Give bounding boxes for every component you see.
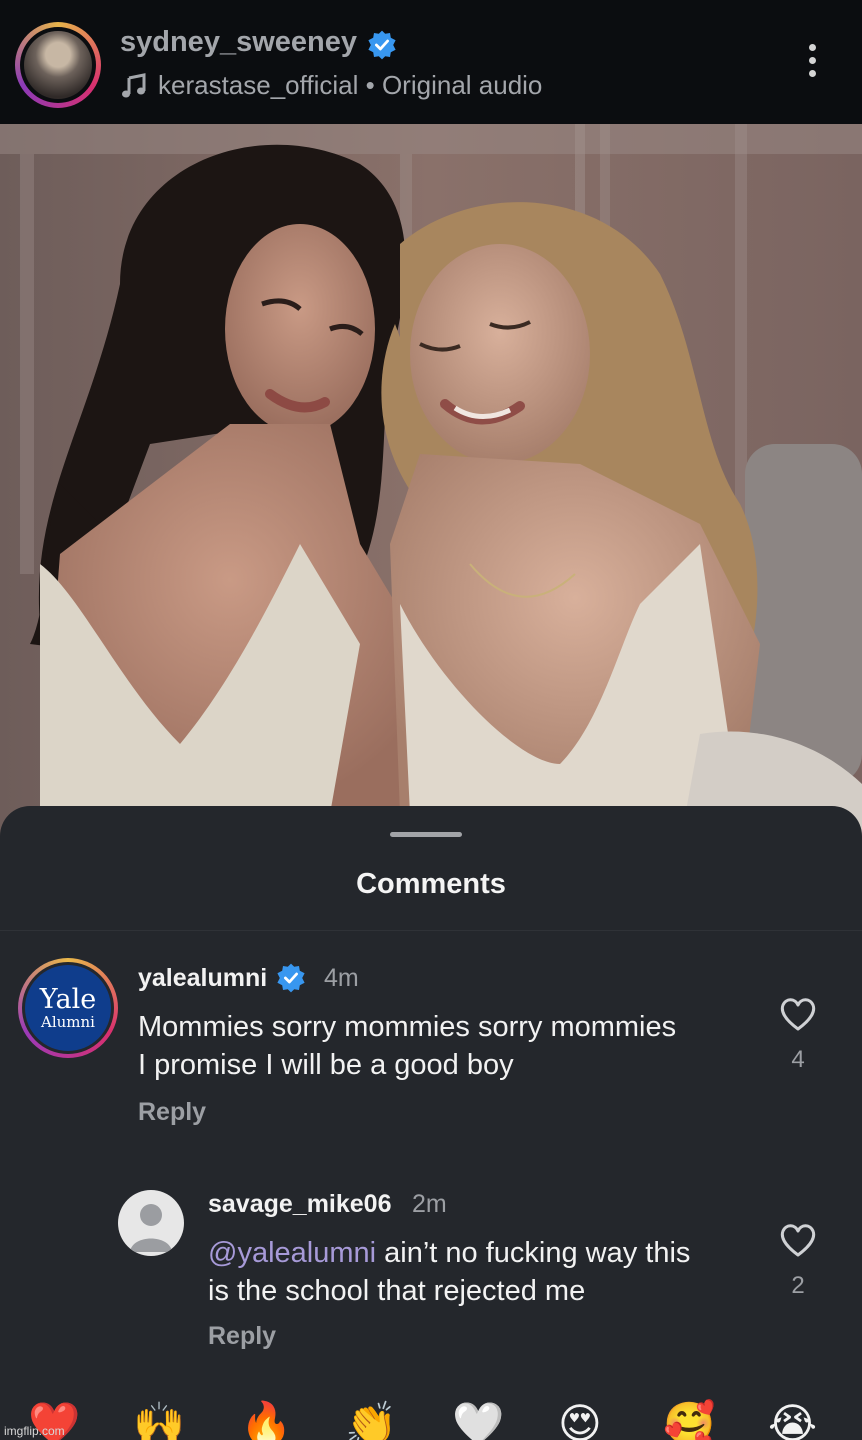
comments-sheet: Comments Yale Alumni yalealumni 4m Mommi… xyxy=(0,806,862,1440)
emoji-clapping[interactable]: 👏 xyxy=(345,1400,397,1440)
reel-photo[interactable] xyxy=(0,124,862,844)
photo-illustration xyxy=(0,124,862,844)
emoji-smiling-hearts[interactable]: 🥰 xyxy=(663,1400,715,1440)
like-count: 4 xyxy=(791,1046,805,1073)
verified-badge-icon xyxy=(368,30,396,60)
emoji-crying[interactable]: 😭 xyxy=(768,1400,817,1440)
emoji-heart-eyes[interactable]: 😍 xyxy=(558,1400,602,1440)
profile-avatar[interactable] xyxy=(15,22,101,108)
comments-title: Comments xyxy=(356,868,506,900)
reel-header: sydney_sweeney kerastase_official • Orig… xyxy=(0,0,862,124)
heart-icon[interactable] xyxy=(779,1222,817,1258)
comment-username[interactable]: yalealumni xyxy=(138,964,267,993)
audio-link[interactable]: kerastase_official • Original audio xyxy=(120,70,542,101)
default-avatar[interactable] xyxy=(118,1190,184,1256)
verified-badge-icon xyxy=(277,963,305,993)
audio-label: kerastase_official • Original audio xyxy=(158,70,543,100)
comment-time: 2m xyxy=(412,1190,447,1218)
reply-button[interactable]: Reply xyxy=(138,1098,206,1127)
comment-text-line2: I promise I will be a good boy xyxy=(138,1049,514,1081)
emoji-raised-hands[interactable]: 🙌 xyxy=(133,1400,185,1440)
person-icon xyxy=(130,1204,172,1252)
username[interactable]: sydney_sweeney xyxy=(120,26,357,59)
comment-text-rest: ain’t no fucking way this xyxy=(376,1237,691,1269)
yale-logo: Yale Alumni xyxy=(25,965,111,1051)
emoji-fire[interactable]: 🔥 xyxy=(240,1400,292,1440)
comment-text-line1: @yalealumni ain’t no fucking way this xyxy=(208,1234,690,1272)
more-options-icon[interactable] xyxy=(800,44,824,84)
emoji-white-heart[interactable]: 🤍 xyxy=(452,1400,504,1440)
like-count: 2 xyxy=(791,1272,805,1299)
comment-username[interactable]: savage_mike06 xyxy=(208,1190,391,1219)
comment-text-line1: Mommies sorry mommies sorry mommies xyxy=(138,1011,677,1043)
watermark: imgflip.com xyxy=(4,1424,65,1438)
divider xyxy=(0,930,862,931)
heart-icon[interactable] xyxy=(779,996,817,1032)
mention-link[interactable]: @yalealumni xyxy=(208,1237,376,1269)
comment-text-line2: is the school that rejected me xyxy=(208,1275,586,1307)
yale-avatar[interactable]: Yale Alumni xyxy=(18,958,118,1058)
comment-time: 4m xyxy=(324,964,359,992)
music-note-icon xyxy=(122,72,146,97)
reply-button[interactable]: Reply xyxy=(208,1322,276,1351)
drag-handle[interactable] xyxy=(390,832,462,837)
